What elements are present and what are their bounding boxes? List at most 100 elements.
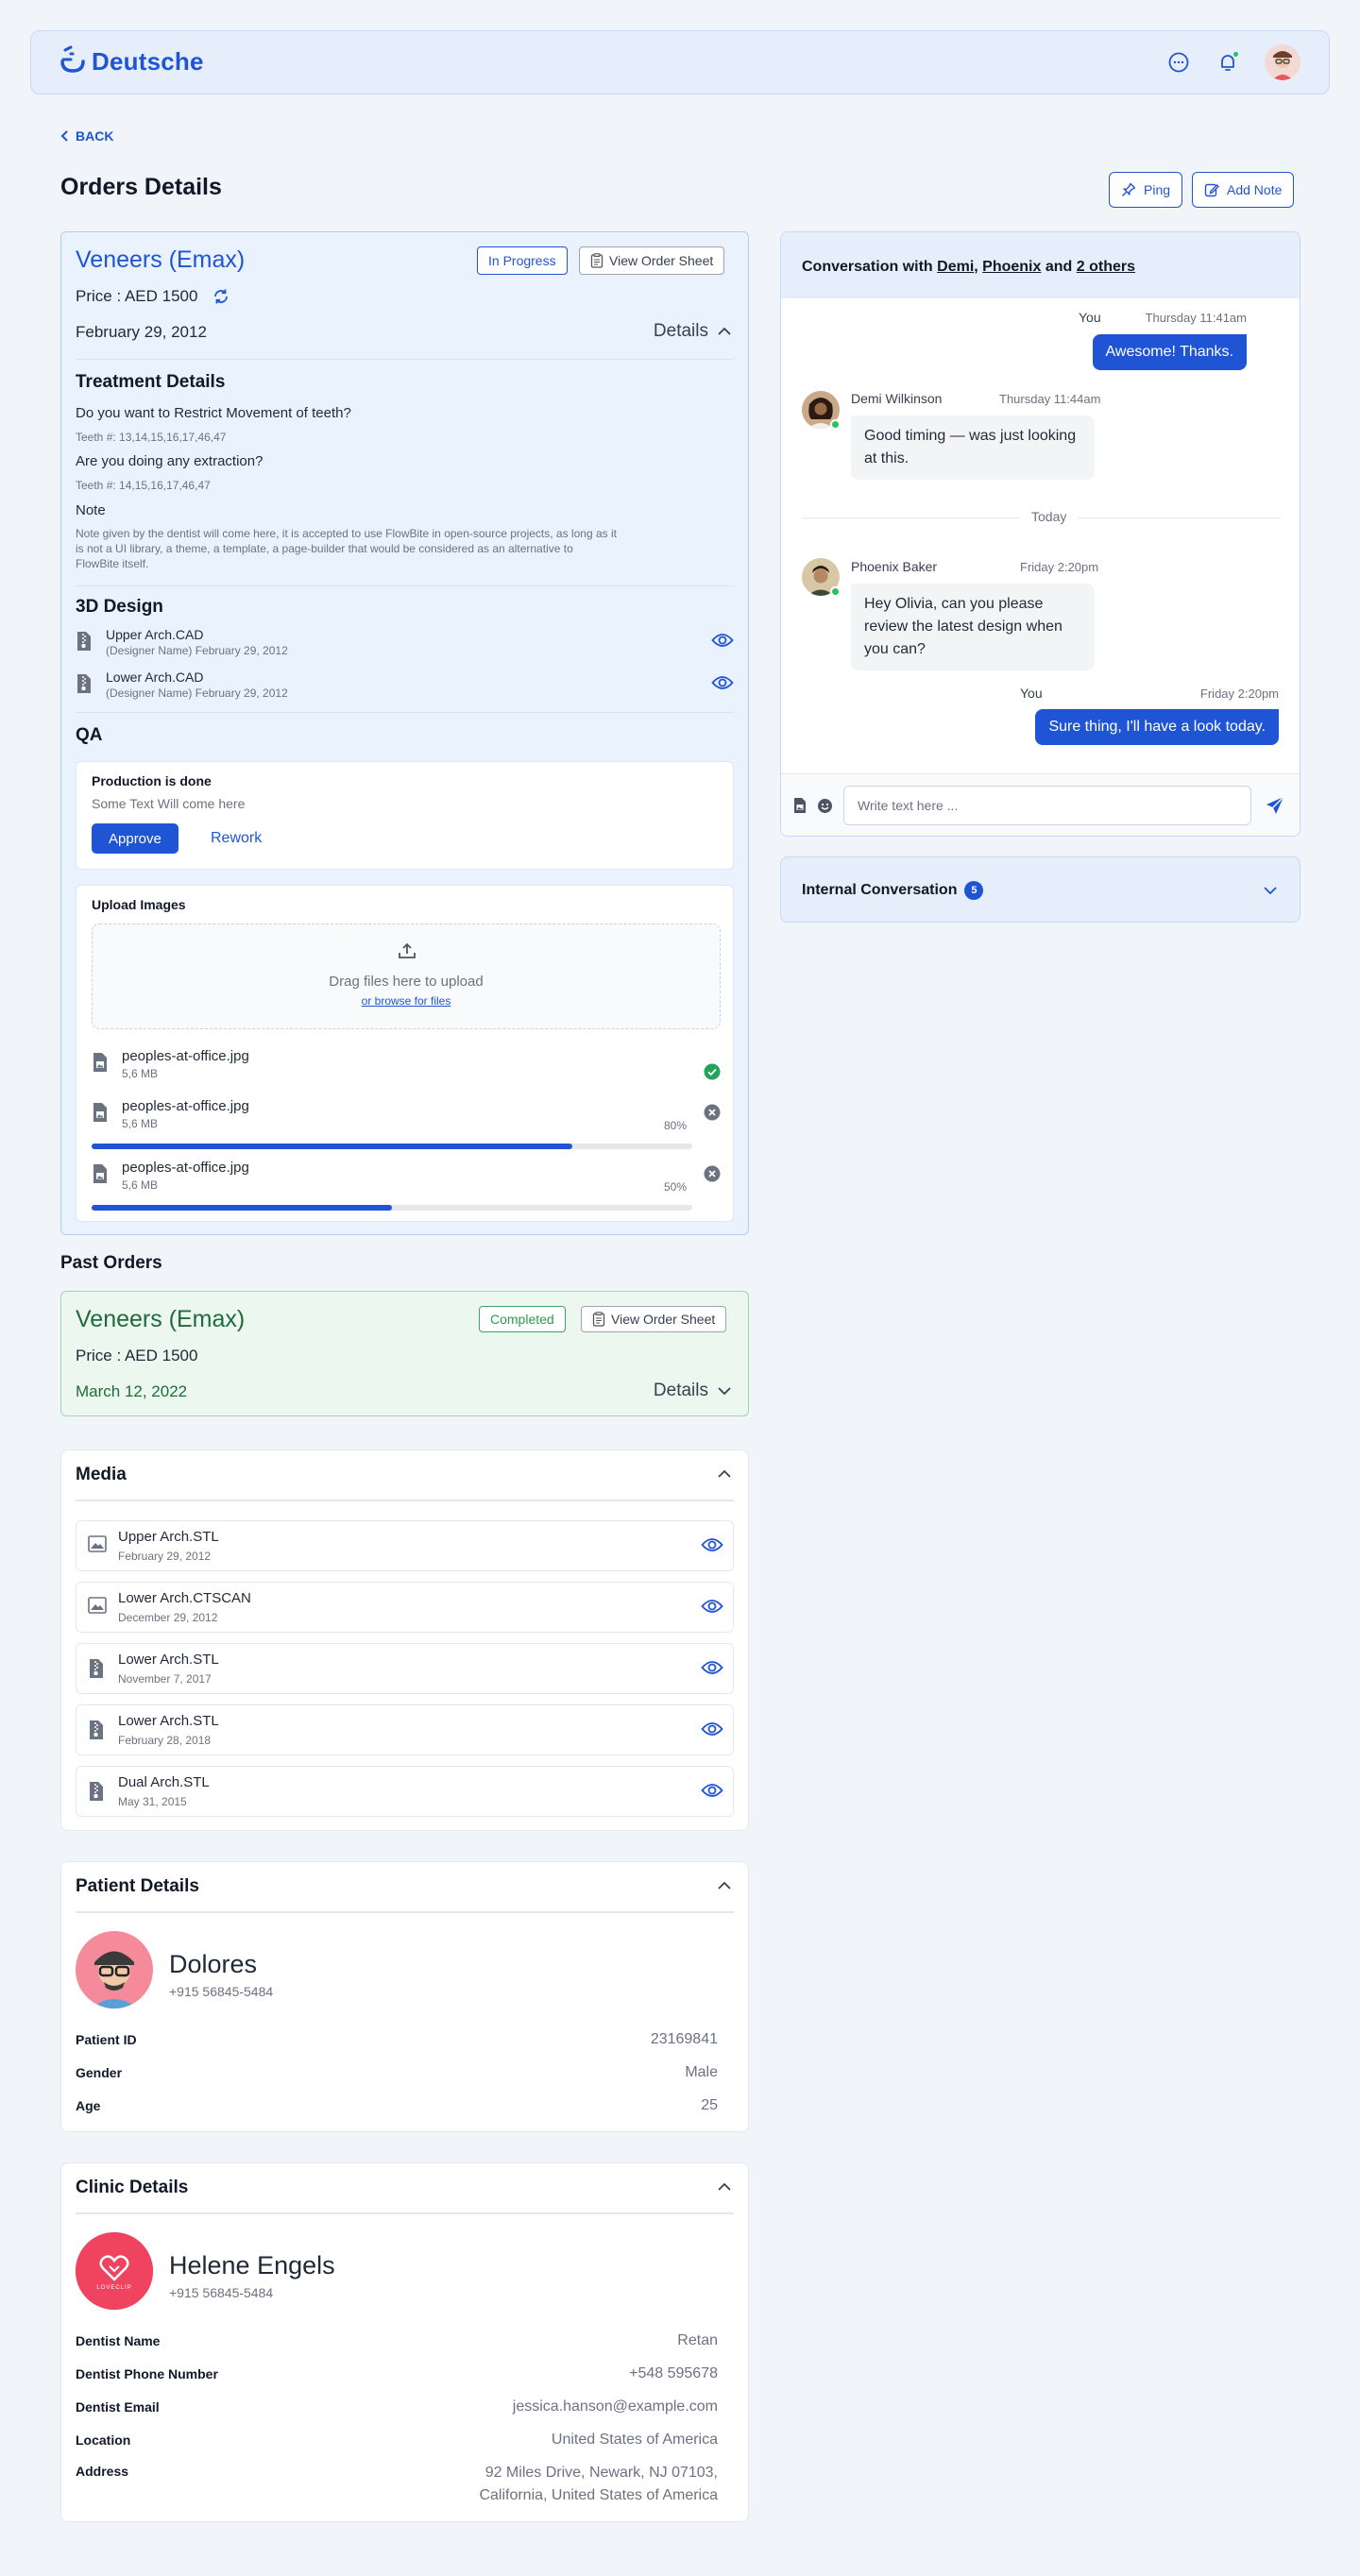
details-label: Details — [653, 1381, 708, 1400]
qa-box: Production is done Some Text Will come h… — [76, 761, 734, 870]
attach-file-icon[interactable] — [792, 797, 808, 814]
view-order-sheet-button[interactable]: View Order Sheet — [581, 1306, 727, 1332]
bell-icon[interactable] — [1216, 50, 1240, 75]
qa-text: Some Text Will come here — [92, 796, 246, 811]
teeth-list: Teeth #: 13,14,15,16,17,46,47 — [76, 431, 227, 444]
design-file-row: Upper Arch.CAD (Designer Name) February … — [76, 627, 734, 661]
eye-icon[interactable] — [701, 1537, 723, 1552]
note-text: Note given by the dentist will come here… — [76, 527, 617, 570]
back-link[interactable]: BACK — [60, 128, 113, 144]
page-title: Orders Details — [60, 174, 222, 200]
document-icon — [592, 1312, 605, 1327]
media-date: May 31, 2015 — [118, 1795, 187, 1808]
conversation-and: and — [1045, 259, 1073, 275]
internal-conversation-accordion[interactable]: Internal Conversation 5 — [780, 856, 1300, 923]
upload-percent: 80% — [663, 1119, 687, 1132]
emoji-icon[interactable] — [817, 798, 833, 814]
media-item: Lower Arch.STL February 28, 2018 — [76, 1704, 734, 1755]
ping-button[interactable]: Ping — [1109, 172, 1183, 208]
divider — [76, 359, 734, 360]
media-name: Lower Arch.STL — [118, 1713, 219, 1729]
participant-link[interactable]: Demi — [937, 259, 974, 275]
field-label: Patient ID — [76, 2032, 137, 2047]
browse-link[interactable]: or browse for files — [93, 994, 720, 1008]
eye-icon[interactable] — [701, 1721, 723, 1737]
upload-file-row: peoples-at-office.jpg 5,6 MB — [92, 1048, 721, 1101]
drag-text: Drag files here to upload — [329, 974, 484, 990]
chevron-up-icon[interactable] — [718, 1881, 731, 1890]
design-file-row: Lower Arch.CAD (Designer Name) February … — [76, 669, 734, 703]
conversation-header: Conversation with Demi, Phoenix and 2 ot… — [781, 232, 1300, 298]
patient-name: Dolores — [169, 1950, 258, 1978]
message-bubble: Good timing — was just looking at this. — [851, 415, 1095, 480]
image-file-icon — [94, 1164, 107, 1183]
eye-icon[interactable] — [711, 675, 734, 690]
zip-file-icon — [77, 674, 91, 693]
rework-button[interactable]: Rework — [201, 823, 271, 854]
eye-icon[interactable] — [711, 633, 734, 648]
participant-link[interactable]: Phoenix — [982, 259, 1041, 275]
eye-icon[interactable] — [701, 1599, 723, 1614]
order-price: Price : AED 1500 — [76, 287, 230, 306]
message-sender: You — [1020, 686, 1043, 701]
divider — [76, 1911, 734, 1913]
file-dropzone[interactable]: Drag files here to upload or browse for … — [92, 924, 721, 1029]
order-date: March 12, 2022 — [76, 1382, 188, 1400]
message-bubble: Sure thing, I'll have a look today. — [1035, 709, 1279, 745]
field-label: Dentist Email — [76, 2399, 160, 2415]
chevron-up-icon[interactable] — [718, 2182, 731, 2192]
chevron-down-icon[interactable] — [1264, 886, 1277, 895]
chevron-up-icon — [718, 327, 731, 335]
message-time: Thursday 11:41am — [1145, 311, 1247, 325]
approve-button[interactable]: Approve — [92, 823, 178, 854]
status-badge: Completed — [479, 1306, 566, 1332]
price-text: Price : AED 1500 — [76, 287, 198, 305]
zip-file-icon — [77, 632, 91, 651]
chevron-left-icon — [60, 130, 68, 142]
patient-avatar — [76, 1931, 153, 2008]
media-date: February 29, 2012 — [118, 1550, 212, 1563]
cancel-upload-icon[interactable] — [704, 1165, 721, 1182]
brand-logo[interactable]: Deutsche — [60, 44, 204, 75]
message-input[interactable] — [843, 786, 1251, 825]
details-toggle[interactable]: Details — [654, 321, 731, 342]
field-label: Location — [76, 2432, 131, 2448]
order-title: Veneers (Emax) — [76, 1306, 246, 1332]
chat-icon[interactable] — [1166, 50, 1191, 75]
refresh-icon[interactable] — [212, 288, 230, 305]
patient-details-panel: Patient Details Dolores +915 56845-5484 … — [60, 1861, 749, 2132]
upload-images-box: Upload Images Drag files here to upload … — [76, 885, 734, 1222]
count-badge: 5 — [964, 881, 984, 900]
progress-fill — [92, 1144, 572, 1149]
user-avatar[interactable] — [1265, 44, 1300, 80]
order-date: February 29, 2012 — [76, 323, 207, 341]
eye-icon[interactable] — [701, 1783, 723, 1798]
chevron-down-icon — [718, 1387, 731, 1396]
clinic-phone: +915 56845-5484 — [169, 2285, 274, 2300]
online-indicator — [830, 586, 841, 597]
upload-icon — [399, 942, 416, 958]
message-time: Thursday 11:44am — [999, 392, 1101, 406]
progress-fill — [92, 1205, 392, 1211]
conversation-prefix: Conversation with — [802, 259, 933, 275]
clinic-logo: LOVECLIP — [76, 2232, 153, 2310]
field-value: United States of America — [551, 2432, 718, 2448]
cancel-upload-icon[interactable] — [704, 1104, 721, 1121]
add-note-button[interactable]: Add Note — [1192, 172, 1295, 208]
upload-file-size: 5,6 MB — [122, 1067, 159, 1080]
details-toggle[interactable]: Details — [654, 1381, 731, 1401]
view-order-sheet-button[interactable]: View Order Sheet — [579, 246, 725, 275]
participant-link[interactable]: 2 others — [1077, 259, 1135, 275]
send-icon[interactable] — [1265, 795, 1285, 816]
media-name: Lower Arch.STL — [118, 1652, 219, 1668]
media-item: Lower Arch.CTSCAN December 29, 2012 — [76, 1582, 734, 1633]
eye-icon[interactable] — [701, 1660, 723, 1675]
view-order-sheet-label: View Order Sheet — [611, 1312, 716, 1327]
chevron-up-icon[interactable] — [718, 1469, 731, 1479]
progress-track — [92, 1205, 692, 1211]
field-label: Address — [76, 2464, 129, 2479]
back-label: BACK — [76, 128, 114, 144]
date-divider-label: Today — [1020, 509, 1079, 524]
image-file-icon — [94, 1053, 107, 1072]
field-value: +548 595678 — [629, 2365, 718, 2381]
